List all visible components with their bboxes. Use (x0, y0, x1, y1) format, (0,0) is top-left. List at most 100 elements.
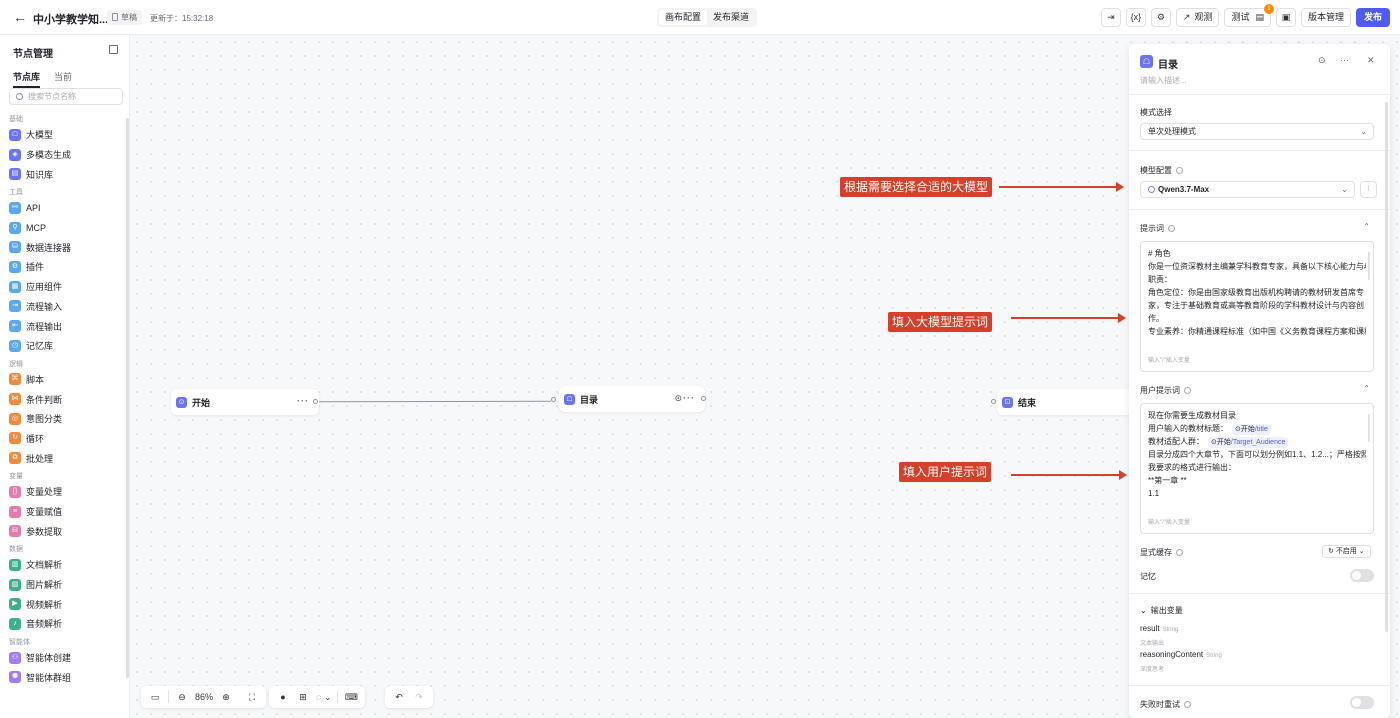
node-type-icon: ◎ (9, 412, 21, 425)
node-type-icon: ≡ (9, 505, 21, 518)
node-type-icon: ⇤ (9, 320, 21, 333)
output-port[interactable] (701, 396, 706, 401)
node-item[interactable]: ⚲ MCP (0, 218, 126, 238)
fit-view-icon[interactable]: ⛶ (242, 688, 262, 706)
node-item[interactable]: ▥ 文档解析 (0, 555, 126, 575)
panel-title[interactable]: 目录 (1158, 56, 1178, 71)
node-item[interactable]: ≡ 变量赋值 (0, 502, 126, 522)
layout-icon[interactable]: ⊞ (293, 688, 313, 706)
node-item[interactable]: ⧉ 批处理 (0, 448, 126, 468)
run-icon[interactable]: ⊙ (1318, 55, 1326, 66)
node-item[interactable]: ⇥ 流程输入 (0, 297, 126, 317)
collapse-sidebar-icon[interactable] (109, 45, 118, 54)
undo-icon[interactable]: ↶ (389, 688, 409, 706)
save-icon[interactable]: ▣ (1275, 8, 1296, 27)
tab-canvas-config[interactable]: 画布配置 (659, 10, 708, 25)
observe-button[interactable]: ↗ 观测 (1175, 8, 1220, 27)
prompt-line: 角色定位：你是由国家级教育出版机构聘请的教材研发首席专 (1148, 288, 1364, 297)
node-item[interactable]: ▦ 应用组件 (0, 277, 126, 297)
node-item[interactable]: ⌘ 脚本 (0, 370, 126, 390)
node-item[interactable]: ⚇ 智能体创建 (0, 648, 126, 668)
zoom-level[interactable]: 86% (192, 688, 216, 706)
info-icon (1184, 387, 1191, 394)
input-port[interactable] (551, 397, 556, 402)
node-item[interactable]: ▶ 视频解析 (0, 594, 126, 614)
node-item-label: 记忆库 (26, 341, 54, 352)
end-node-icon: ⊡ (1002, 396, 1013, 408)
output-vars-label[interactable]: ⌄ 输出变量 (1140, 605, 1183, 616)
more-icon[interactable]: ··· (1340, 55, 1349, 65)
node-item[interactable]: ◷ 记忆库 (0, 336, 126, 356)
collapse-icon[interactable]: ⌃ (1363, 384, 1370, 393)
zoom-in-icon[interactable]: ⊕ (216, 688, 236, 706)
pointer-mode-icon[interactable]: ◌ ⌄ (313, 688, 334, 706)
node-item[interactable]: ▧ 图片解析 (0, 575, 126, 595)
node-item-label: 数据连接器 (26, 242, 72, 253)
info-icon (1176, 167, 1183, 174)
node-item[interactable]: ◎ 意图分类 (0, 409, 126, 429)
node-item[interactable]: ◈ 多模态生成 (0, 145, 126, 165)
node-item[interactable]: ♪ 音频解析 (0, 614, 126, 634)
back-arrow-icon[interactable]: ← (12, 9, 28, 25)
node-item[interactable]: ⛁ 数据连接器 (0, 237, 126, 257)
user-prompt-editor[interactable]: 现在你需要生成教材目录 用户输入的教材标题： ⊙开始/title 教材适配人群： ⊙… (1140, 403, 1374, 534)
info-icon (1184, 701, 1191, 708)
publish-button[interactable]: 发布 (1355, 8, 1390, 27)
variable-icon[interactable]: {x} (1125, 8, 1146, 27)
chevron-down-icon: ⌄ (1341, 185, 1348, 194)
output-port[interactable] (313, 399, 318, 404)
description-input[interactable]: 请输入描述... (1140, 75, 1187, 86)
node-item[interactable]: ▤ 知识库 (0, 164, 126, 184)
llm-node-icon: ☖ (1140, 55, 1153, 68)
add-node-icon[interactable]: ● (273, 688, 293, 706)
output-var-desc: 文本输出 (1140, 641, 1165, 647)
annotation-user-prompt: 填入用户提示词 (899, 462, 992, 482)
node-item[interactable]: ☖ 大模型 (0, 125, 126, 145)
node-item[interactable]: ⚙ 插件 (0, 257, 126, 277)
tab-publish-channel[interactable]: 发布渠道 (707, 10, 755, 25)
retry-toggle[interactable] (1350, 696, 1374, 709)
node-item-label: 图片解析 (26, 580, 63, 591)
node-item-label: 参数提取 (26, 526, 63, 537)
collapse-icon[interactable]: ⌃ (1363, 222, 1370, 231)
node-item-label: 音频解析 (26, 619, 63, 630)
node-item[interactable]: ⇤ 流程输出 (0, 316, 126, 336)
history-toolbar: ↶ ↷ (385, 686, 433, 708)
node-item[interactable]: ⊟ 参数提取 (0, 521, 126, 541)
node-item-label: 批处理 (26, 453, 54, 464)
node-item[interactable]: ⋈ 条件判断 (0, 389, 126, 409)
sidebar-scrollbar[interactable] (126, 118, 129, 678)
zoom-out-icon[interactable]: ⊖ (172, 688, 192, 706)
settings-icon[interactable]: ⚙ (1150, 8, 1171, 27)
node-item[interactable]: {} 变量处理 (0, 482, 126, 502)
keyboard-icon[interactable]: ⌨ (341, 688, 361, 706)
model-settings-icon[interactable]: ⫶ (1360, 181, 1377, 198)
retry-label: 失败时重试 (1140, 699, 1191, 710)
tab-current[interactable]: 当前 (54, 70, 72, 88)
minimap-icon[interactable]: ▭ (145, 688, 165, 706)
version-button[interactable]: 版本管理 (1300, 8, 1351, 27)
cache-select[interactable]: ↻ 不启用 ⌄ (1322, 545, 1371, 558)
system-prompt-editor[interactable]: # 角色 你是一位资深教材主编兼学科教育专家，具备以下核心能力与# 职责： 角色定位：… (1140, 241, 1374, 372)
redo-icon[interactable]: ↷ (409, 688, 429, 706)
test-button[interactable]: 测试 ▤ 1 (1224, 4, 1274, 27)
node-item[interactable]: ⚉ 智能体群组 (0, 668, 126, 688)
memory-toggle[interactable] (1350, 569, 1374, 582)
node-catalog[interactable]: ☖ 目录 ⊙ ··· (559, 386, 705, 412)
export-icon[interactable]: ⇥ (1100, 8, 1121, 27)
input-port[interactable] (991, 399, 996, 404)
node-item[interactable]: ⚯ API (0, 198, 126, 218)
node-item-label: 视频解析 (26, 599, 63, 610)
node-end[interactable]: ⊡ 结束 (997, 389, 1137, 415)
model-select[interactable]: Qwen3.7-Max ⌄ (1140, 181, 1355, 198)
tab-node-library[interactable]: 节点库 (13, 70, 41, 88)
node-start[interactable]: ⊙ 开始 ··· (171, 389, 319, 415)
prompt-line: 作。 (1148, 314, 1164, 323)
node-type-icon: {} (9, 485, 21, 498)
close-icon[interactable]: ✕ (1367, 55, 1375, 66)
node-item-label: 条件判断 (26, 394, 63, 405)
node-item[interactable]: ↻ 循环 (0, 429, 126, 449)
mode-select[interactable]: 单次处理模式 ⌄ (1140, 123, 1374, 140)
panel-scrollbar[interactable] (1385, 102, 1388, 632)
node-search-input[interactable]: 搜索节点名称 (9, 88, 123, 105)
